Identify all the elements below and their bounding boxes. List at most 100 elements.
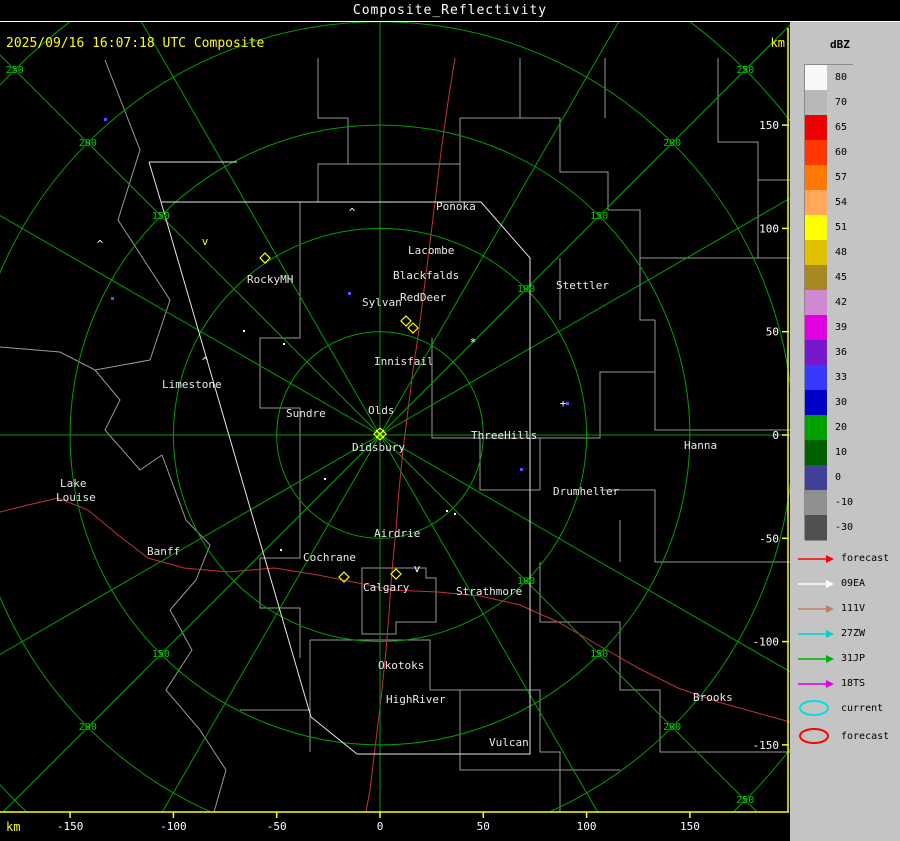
colorbar-swatch — [805, 315, 827, 341]
colorbar-swatch — [805, 390, 827, 416]
range-ring-label: 150 — [590, 649, 608, 660]
colorbar-value: -10 — [827, 490, 853, 515]
y-axis-tick-label: -150 — [753, 739, 780, 752]
vee-yellow-marker: v — [202, 235, 209, 248]
range-ring-label: 150 — [590, 211, 608, 222]
town-dot-marker — [446, 510, 448, 512]
city-label: Limestone — [162, 378, 222, 391]
city-label: Lacombe — [408, 244, 454, 257]
vee-marker: v — [414, 562, 421, 575]
colorbar-swatch — [805, 515, 827, 541]
ellipse-icon — [796, 698, 836, 718]
town-dot-marker — [280, 549, 282, 551]
y-axis-tick-label: 0 — [772, 429, 779, 442]
city-label: Calgary — [363, 581, 410, 594]
x-axis-tick-label: -150 — [57, 820, 84, 833]
colorbar-value: 48 — [827, 240, 847, 265]
colorbar-value: 42 — [827, 290, 847, 315]
water-dot — [104, 118, 107, 121]
legend-label: 27ZW — [841, 628, 865, 639]
colorbar-segment: 51 — [805, 215, 853, 240]
city-label: Louise — [56, 491, 96, 504]
colorbar-value: 36 — [827, 340, 847, 365]
city-label: Brooks — [693, 691, 733, 704]
legend-item: forecast — [796, 722, 889, 750]
city-label: ThreeHills — [471, 429, 537, 442]
colorbar-segment: 57 — [805, 165, 853, 190]
colorbar-swatch — [805, 490, 827, 516]
colorbar-segment: 33 — [805, 365, 853, 390]
colorbar-swatch — [805, 90, 827, 116]
colorbar-segment: -10 — [805, 490, 853, 515]
legend-item: 18TS — [796, 671, 889, 696]
range-ring-label: 250 — [6, 65, 24, 76]
x-axis-tick-label: 50 — [477, 820, 490, 833]
city-label: Okotoks — [378, 659, 424, 672]
x-axis-tick-label: 100 — [577, 820, 597, 833]
asterisk-marker: * — [470, 336, 477, 349]
colorbar-segment: 54 — [805, 190, 853, 215]
legend-label: 18TS — [841, 678, 865, 689]
legend-label: current — [841, 703, 883, 714]
x-axis-tick-label: -50 — [267, 820, 287, 833]
colorbar-segment: 36 — [805, 340, 853, 365]
colorbar-value: 65 — [827, 115, 847, 140]
colorbar-swatch — [805, 140, 827, 166]
colorbar-swatch — [805, 65, 827, 91]
city-label: Didsbury — [352, 441, 405, 454]
arrow-icon — [796, 603, 836, 615]
colorbar-value: 0 — [827, 465, 841, 490]
colorbar-swatch — [805, 115, 827, 141]
colorbar-swatch — [805, 240, 827, 266]
colorbar-value: 54 — [827, 190, 847, 215]
range-ring-label: 200 — [663, 722, 681, 733]
range-ring-label: 250 — [736, 795, 754, 806]
colorbar-segment: 45 — [805, 265, 853, 290]
colorbar-segment: 70 — [805, 90, 853, 115]
x-axis-tick-label: -100 — [160, 820, 187, 833]
window-title: Composite_Reflectivity — [353, 3, 547, 18]
colorbar-swatch — [805, 190, 827, 216]
colorbar-value: 57 — [827, 165, 847, 190]
colorbar-swatch — [805, 215, 827, 241]
colorbar-value: 20 — [827, 415, 847, 440]
km-unit-bottom-label: km — [6, 820, 20, 834]
colorbar-swatch — [805, 465, 827, 491]
x-axis-tick-label: 150 — [680, 820, 700, 833]
range-ring-label: 200 — [79, 138, 97, 149]
colorbar-swatch — [805, 415, 827, 441]
city-label: Innisfail — [374, 355, 434, 368]
colorbar-value: 33 — [827, 365, 847, 390]
colorbar-segment: 60 — [805, 140, 853, 165]
legend-label: 31JP — [841, 653, 865, 664]
y-axis-tick-label: -100 — [753, 636, 780, 649]
legend-item: 09EA — [796, 571, 889, 596]
colorbar-segment: 20 — [805, 415, 853, 440]
colorbar-segment: 0 — [805, 465, 853, 490]
legend-item: 31JP — [796, 646, 889, 671]
legend-label: 111V — [841, 603, 865, 614]
range-ring-label: 100 — [517, 284, 535, 295]
radar-app-window: Composite_Reflectivity 25020015025020015… — [0, 0, 900, 841]
plus-marker: + — [560, 397, 567, 410]
city-label: Hanna — [684, 439, 717, 452]
legend-label: forecast — [841, 553, 889, 564]
y-axis-tick-label: -50 — [759, 532, 779, 545]
city-label: Vulcan — [489, 736, 529, 749]
city-label: Drumheller — [553, 485, 620, 498]
ellipse-icon — [796, 726, 836, 746]
km-unit-top-label: km — [771, 36, 785, 50]
city-label: Blackfalds — [393, 269, 459, 282]
caret-marker: ^ — [202, 355, 209, 368]
radar-map: 250200150250200150100150200100150200250 … — [0, 22, 790, 841]
caret-marker: ^ — [97, 238, 104, 251]
arrow-icon — [796, 653, 836, 665]
city-label: Sylvan — [362, 296, 402, 309]
arrow-icon — [796, 578, 836, 590]
colorbar-segment: 30 — [805, 390, 853, 415]
range-ring-label: 200 — [663, 138, 681, 149]
arrow-icon — [796, 678, 836, 690]
city-label: RedDeer — [400, 291, 447, 304]
city-label: Ponoka — [436, 200, 476, 213]
colorbar-swatch — [805, 165, 827, 191]
